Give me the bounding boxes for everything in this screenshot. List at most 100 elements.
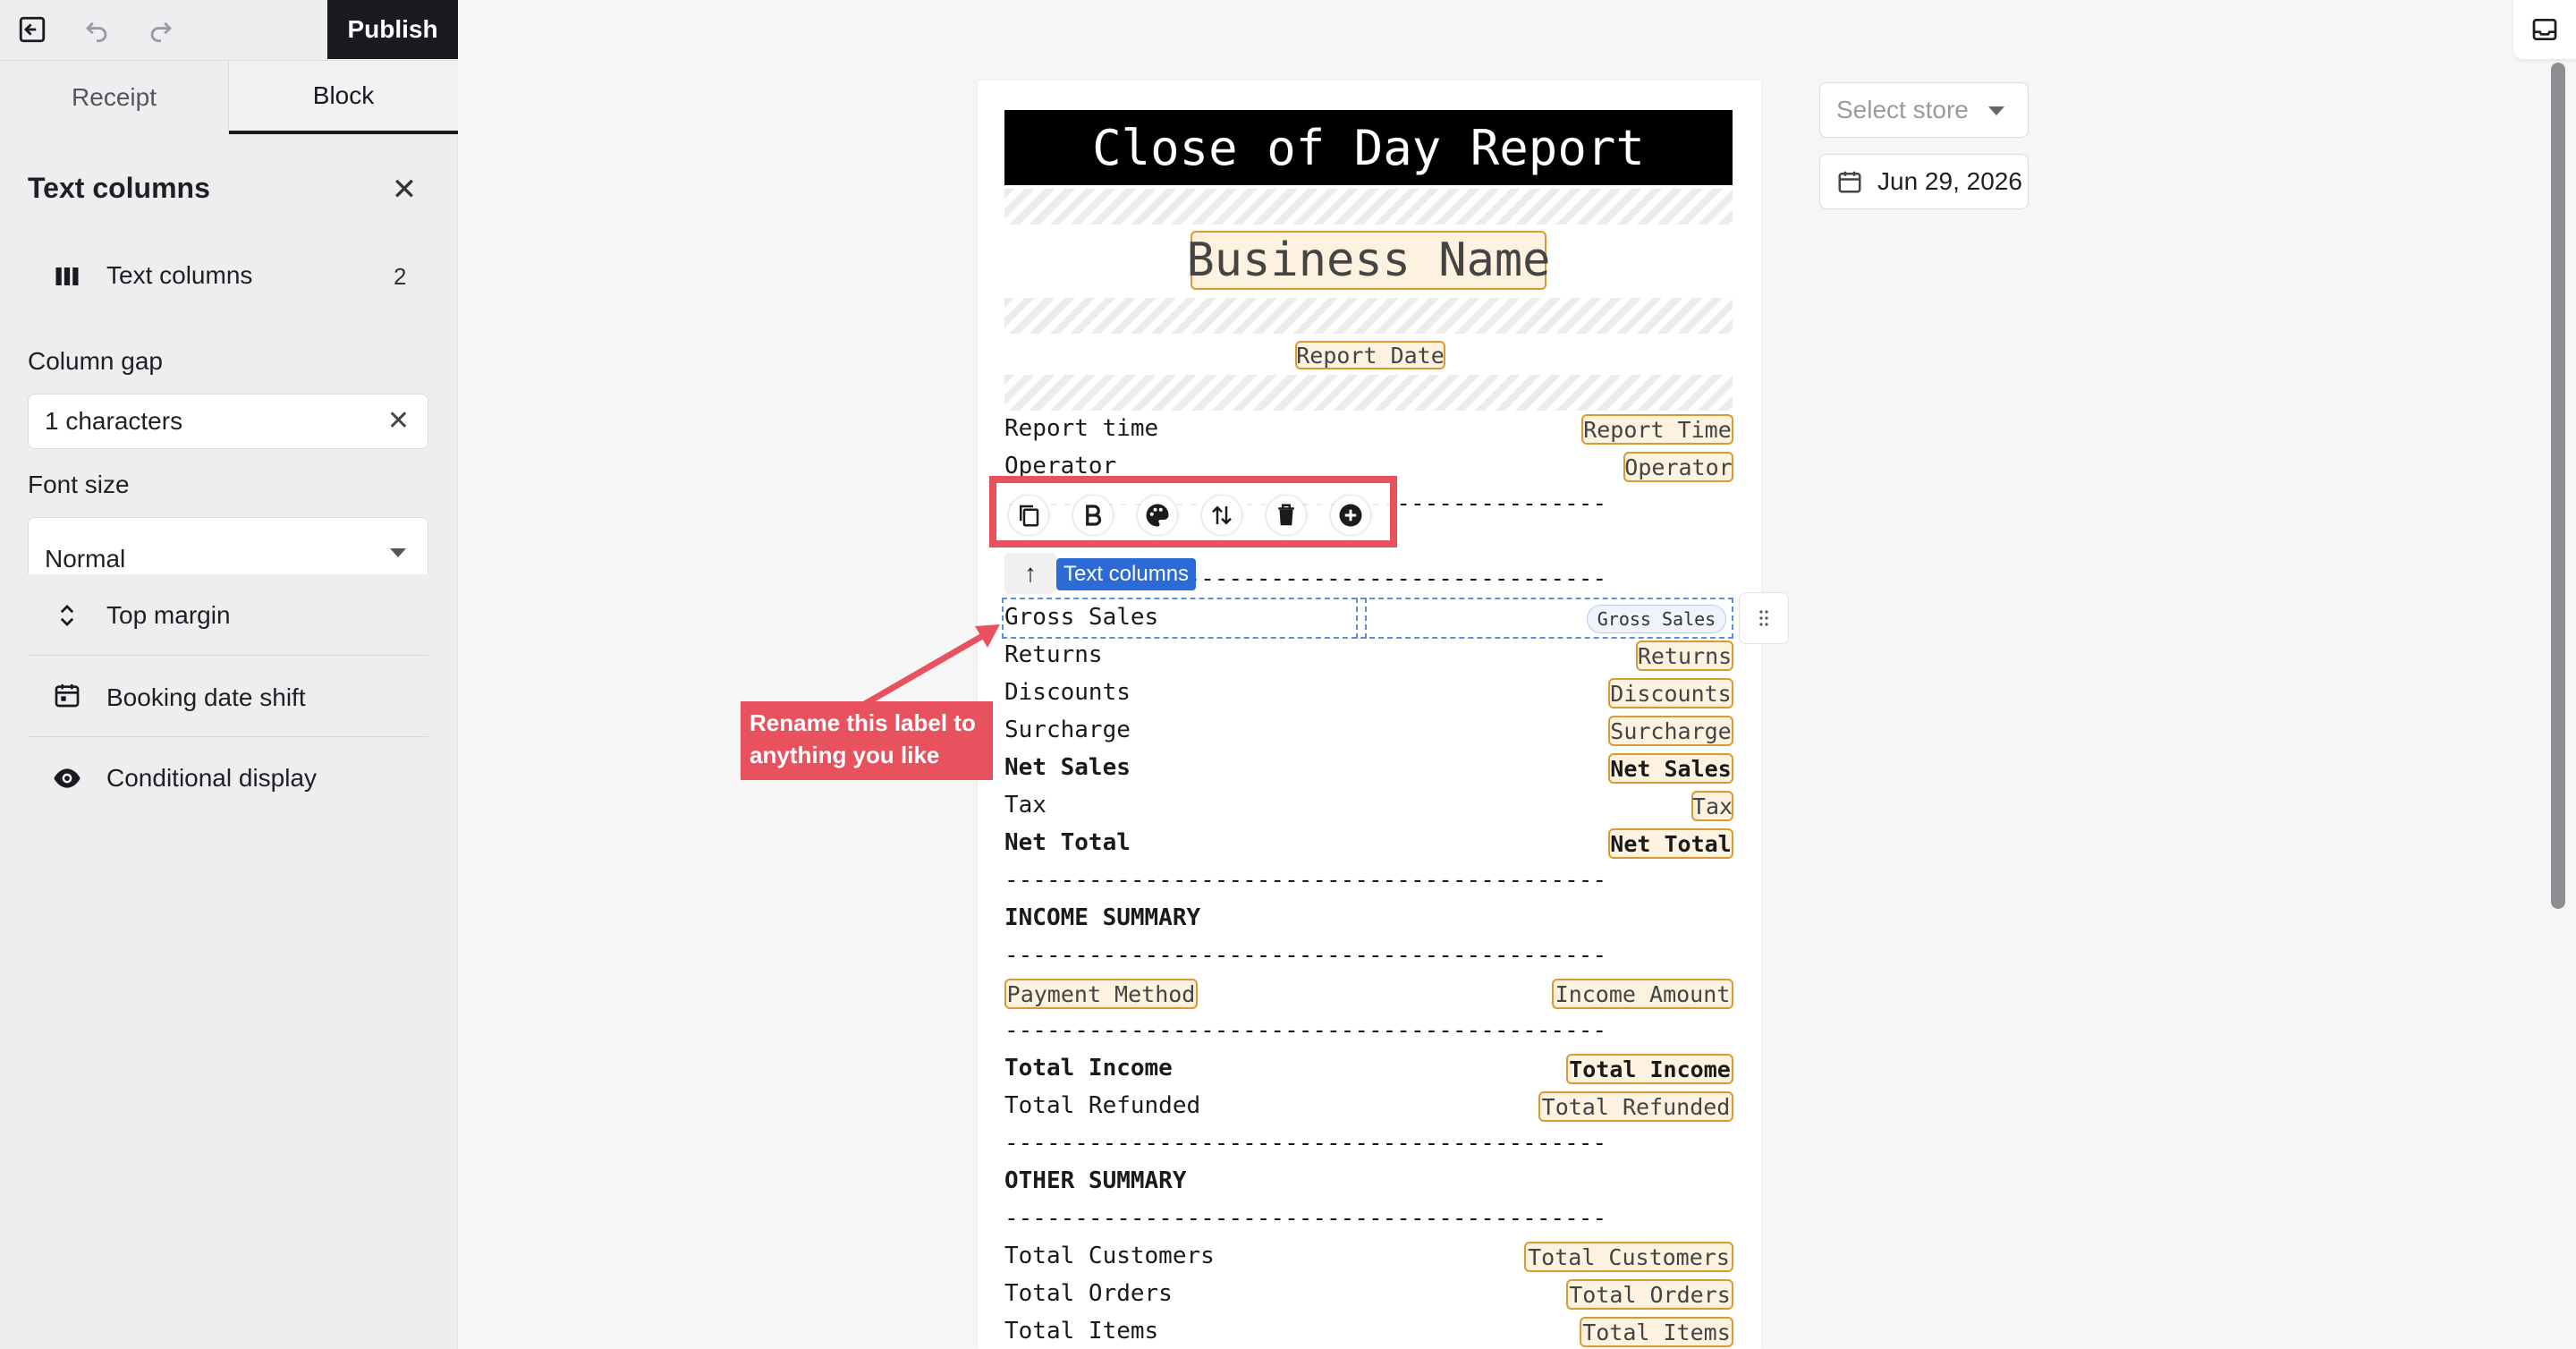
- duplicate-block-button[interactable]: [1009, 496, 1048, 535]
- store-select[interactable]: Select store: [1819, 82, 2029, 138]
- spacer-block[interactable]: [1004, 375, 1733, 411]
- palette-icon: [1146, 504, 1169, 527]
- payment-method-field[interactable]: Payment Method: [1004, 979, 1198, 1009]
- text-columns-count: 2: [394, 263, 407, 290]
- total-orders-field[interactable]: Total Orders: [1566, 1279, 1733, 1310]
- report-title[interactable]: Close of Day Report: [1004, 110, 1733, 185]
- report-date-field[interactable]: Report Date: [1295, 341, 1445, 369]
- calendar-icon: [50, 678, 84, 712]
- tax-field[interactable]: Tax: [1691, 791, 1733, 821]
- divider-line[interactable]: ----------------------------------------…: [1004, 942, 1606, 969]
- font-size-select[interactable]: Normal: [28, 517, 428, 574]
- copy-icon: [1020, 505, 1039, 527]
- drag-handle[interactable]: [1739, 592, 1789, 644]
- surcharge-field[interactable]: Surcharge: [1608, 716, 1733, 746]
- income-amount-field[interactable]: Income Amount: [1552, 979, 1733, 1009]
- discounts-field[interactable]: Discounts: [1608, 678, 1733, 708]
- exit-editor-button[interactable]: [0, 0, 64, 59]
- divider-line[interactable]: ----------------------------------------…: [1004, 1205, 1606, 1232]
- redo-button[interactable]: [129, 0, 193, 59]
- net-sales-label[interactable]: Net Sales: [1004, 754, 1131, 781]
- column-gap-indicator: [1356, 598, 1367, 639]
- bold-button[interactable]: [1073, 496, 1113, 535]
- divider-line[interactable]: ----------------------------------------…: [1004, 867, 1606, 894]
- text-columns-row-label[interactable]: Text columns: [106, 261, 252, 290]
- total-items-field[interactable]: Total Items: [1580, 1317, 1733, 1347]
- total-refunded-label[interactable]: Total Refunded: [1004, 1092, 1200, 1119]
- select-parent-button[interactable]: ↑: [1004, 553, 1056, 594]
- font-size-label: Font size: [28, 471, 130, 498]
- inbox-icon: [2532, 19, 2557, 40]
- chevron-down-icon: [390, 548, 406, 557]
- add-block-button[interactable]: [1331, 496, 1370, 535]
- spacer-block[interactable]: [1004, 298, 1733, 334]
- drag-handle-icon: [1759, 610, 1768, 626]
- block-settings-sidebar: Publish Receipt Block Text columns ✕ Tex…: [0, 0, 458, 1349]
- publish-button[interactable]: Publish: [327, 0, 458, 59]
- undo-icon: [86, 21, 107, 43]
- swap-vertical-icon: [1212, 505, 1232, 525]
- discounts-label[interactable]: Discounts: [1004, 679, 1131, 706]
- tax-label[interactable]: Tax: [1004, 792, 1046, 819]
- total-orders-label[interactable]: Total Orders: [1004, 1280, 1173, 1307]
- bold-icon: [1086, 505, 1102, 526]
- business-name-field[interactable]: Business Name: [1187, 231, 1551, 290]
- total-customers-label[interactable]: Total Customers: [1004, 1243, 1215, 1269]
- total-items-label[interactable]: Total Items: [1004, 1318, 1158, 1345]
- date-picker-button[interactable]: Jun 29, 2026: [1819, 154, 2029, 209]
- chevron-down-icon: [1988, 106, 2004, 115]
- top-margin-option[interactable]: Top margin: [106, 601, 231, 630]
- store-select-placeholder: Select store: [1836, 96, 1969, 123]
- tab-block[interactable]: Block: [229, 61, 458, 134]
- sidebar-tabs: Receipt Block: [0, 61, 458, 134]
- panel-title: Text columns: [28, 172, 210, 204]
- redo-icon: [150, 21, 172, 43]
- divider-line[interactable]: ----------------------------------------…: [1004, 1130, 1606, 1157]
- net-total-label[interactable]: Net Total: [1004, 829, 1131, 856]
- undo-button[interactable]: [64, 0, 129, 59]
- divider-line[interactable]: ----------------------------------------…: [1004, 1017, 1606, 1044]
- gross-sales-field[interactable]: Gross Sales: [1587, 605, 1726, 633]
- other-summary-heading[interactable]: OTHER SUMMARY: [1004, 1167, 1187, 1194]
- editor-topbar: Publish: [0, 0, 458, 61]
- column-gap-input[interactable]: 1 characters ✕: [28, 394, 428, 449]
- total-refunded-field[interactable]: Total Refunded: [1538, 1091, 1733, 1122]
- net-sales-field[interactable]: Net Sales: [1608, 753, 1733, 784]
- booking-date-shift-option[interactable]: Booking date shift: [106, 683, 306, 712]
- column-gap-value: 1 characters: [45, 407, 183, 435]
- arrow-up-icon: ↑: [1024, 559, 1037, 587]
- divider: [28, 736, 428, 737]
- net-total-field[interactable]: Net Total: [1608, 828, 1733, 859]
- color-button[interactable]: [1138, 496, 1177, 535]
- report-time-field[interactable]: Report Time: [1581, 414, 1733, 445]
- clear-icon[interactable]: ✕: [387, 405, 410, 437]
- font-size-value: Normal: [45, 544, 126, 573]
- columns-icon: [52, 261, 82, 292]
- total-income-label[interactable]: Total Income: [1004, 1055, 1173, 1082]
- column-gap-label: Column gap: [28, 347, 163, 375]
- returns-label[interactable]: Returns: [1004, 641, 1103, 668]
- block-type-tag: Text columns: [1056, 558, 1197, 590]
- vertical-scrollbar[interactable]: [2551, 63, 2565, 909]
- spacer-block[interactable]: [1004, 189, 1733, 225]
- move-block-button[interactable]: [1202, 496, 1241, 535]
- report-time-label[interactable]: Report time: [1004, 415, 1158, 442]
- delete-block-button[interactable]: [1267, 496, 1306, 535]
- toggle-panel-button[interactable]: [2513, 0, 2576, 59]
- conditional-display-option[interactable]: Conditional display: [106, 764, 317, 793]
- tab-receipt[interactable]: Receipt: [0, 61, 229, 134]
- close-panel-button[interactable]: ✕: [386, 172, 422, 208]
- block-toolbar: [989, 476, 1397, 547]
- surcharge-label[interactable]: Surcharge: [1004, 717, 1131, 743]
- selected-date: Jun 29, 2026: [1877, 167, 2022, 195]
- add-circle-icon: [1339, 504, 1362, 527]
- vertical-expand-icon: [52, 598, 82, 633]
- total-income-field[interactable]: Total Income: [1566, 1054, 1733, 1084]
- exit-icon: [19, 16, 46, 43]
- returns-field[interactable]: Returns: [1636, 641, 1733, 671]
- income-summary-heading[interactable]: INCOME SUMMARY: [1004, 904, 1200, 931]
- eye-icon: [48, 762, 86, 794]
- operator-field[interactable]: Operator: [1623, 452, 1733, 482]
- total-customers-field[interactable]: Total Customers: [1524, 1242, 1733, 1272]
- divider: [28, 655, 428, 656]
